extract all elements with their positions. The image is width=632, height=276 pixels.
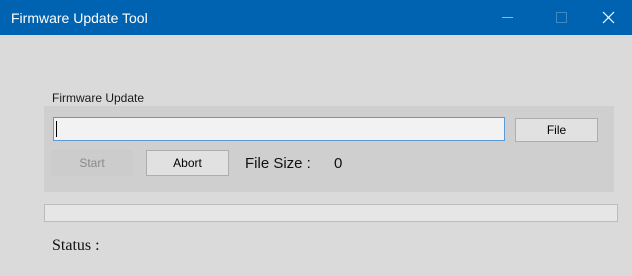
firmware-update-window: Firmware Update Tool Firmware Update Fil… xyxy=(0,0,632,276)
maximize-icon xyxy=(556,12,567,23)
file-button[interactable]: File xyxy=(515,118,598,142)
minimize-icon xyxy=(502,17,513,18)
text-caret xyxy=(56,121,57,137)
status-label: Status : xyxy=(52,237,100,254)
file-size-label: File Size : xyxy=(245,155,311,172)
file-size-value: 0 xyxy=(334,155,343,172)
firmware-update-group-label: Firmware Update xyxy=(52,91,145,105)
minimize-button[interactable] xyxy=(484,0,530,35)
close-button[interactable] xyxy=(586,0,632,35)
firmware-path-input[interactable] xyxy=(53,117,505,141)
window-title: Firmware Update Tool xyxy=(11,10,148,26)
update-progress-bar xyxy=(44,204,618,222)
abort-button[interactable]: Abort xyxy=(146,150,229,176)
title-bar[interactable]: Firmware Update Tool xyxy=(0,0,632,35)
maximize-button[interactable] xyxy=(539,0,585,35)
start-button[interactable]: Start xyxy=(51,150,133,176)
close-icon xyxy=(602,11,615,24)
